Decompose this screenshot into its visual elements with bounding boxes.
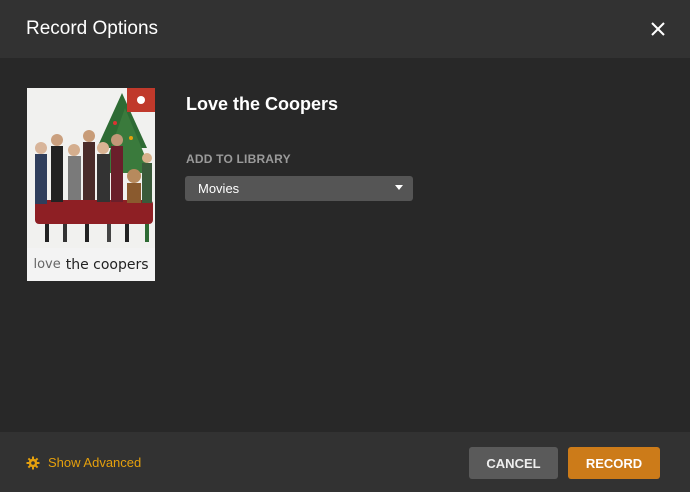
program-title: Love the Coopers xyxy=(186,94,339,114)
add-to-library-label: ADD TO LIBRARY xyxy=(186,152,291,166)
poster-image xyxy=(27,88,155,248)
cancel-button[interactable]: CANCEL xyxy=(469,447,558,479)
record-dot-icon xyxy=(137,96,145,104)
dialog-footer: Show Advanced CANCEL RECORD xyxy=(0,432,690,492)
record-options-dialog: Record Options love the coopers Love the… xyxy=(0,0,690,492)
close-button[interactable] xyxy=(644,15,672,43)
program-poster: love the coopers xyxy=(27,88,155,281)
library-select[interactable]: Movies xyxy=(185,176,413,201)
poster-caption-love: love xyxy=(33,257,61,272)
dialog-title: Record Options xyxy=(26,18,159,39)
gear-icon xyxy=(26,456,40,469)
dialog-header: Record Options xyxy=(0,0,690,58)
library-select-value: Movies xyxy=(198,181,240,196)
show-advanced-label: Show Advanced xyxy=(48,455,142,470)
poster-caption-the-coopers: the coopers xyxy=(65,256,149,273)
record-button[interactable]: RECORD xyxy=(568,447,660,479)
caret-down-icon xyxy=(395,185,403,190)
poster-caption: love the coopers xyxy=(27,248,155,281)
record-badge xyxy=(127,88,155,112)
show-advanced-link[interactable]: Show Advanced xyxy=(26,455,141,470)
close-icon xyxy=(651,22,665,36)
